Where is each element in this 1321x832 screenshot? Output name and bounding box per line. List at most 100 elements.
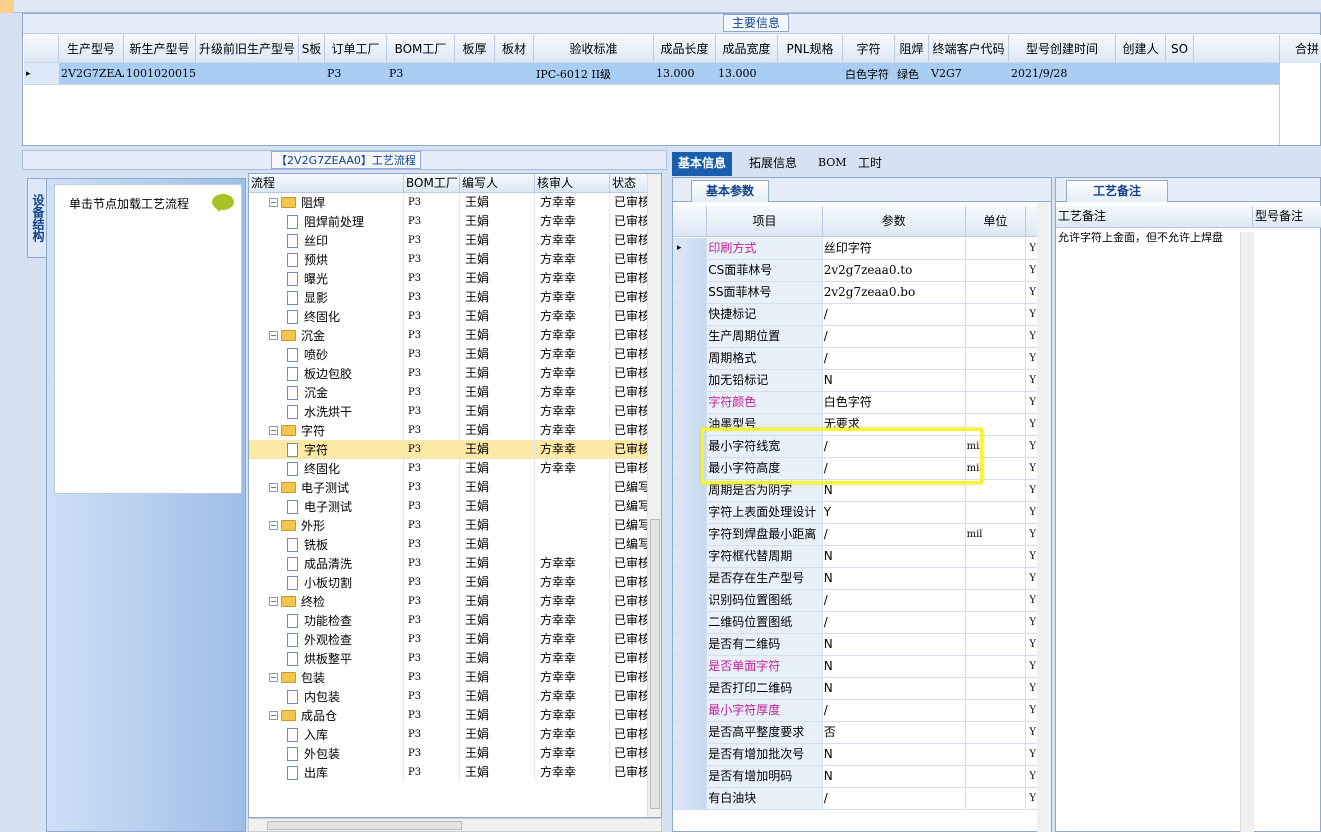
- tree-row[interactable]: 入库 P3 王娟 方幸幸 已审核: [249, 725, 649, 744]
- param-row[interactable]: 字符上表面处理设计 Y Y: [673, 502, 1039, 524]
- collapse-icon[interactable]: −: [269, 521, 278, 530]
- param-row[interactable]: 是否有二维码 N Y: [673, 634, 1039, 656]
- param-value[interactable]: /: [823, 590, 966, 611]
- cell: 2021/9/28: [1011, 67, 1068, 80]
- tree-row[interactable]: 小板切割 P3 王娟 方幸幸 已审核: [249, 573, 649, 592]
- param-row[interactable]: CS面菲林号 2v2g7zeaa0.to Y: [673, 260, 1039, 282]
- param-row[interactable]: 快捷标记 / Y: [673, 304, 1039, 326]
- param-value[interactable]: N: [823, 744, 966, 765]
- tree-horizontal-scrollbar[interactable]: [248, 818, 662, 832]
- tree-row[interactable]: 字符 P3 王娟 方幸幸 已审核: [249, 440, 649, 459]
- tree-row[interactable]: 外观检查 P3 王娟 方幸幸 已审核: [249, 630, 649, 649]
- tree-row[interactable]: − 字符 P3 王娟 方幸幸 已审核: [249, 421, 649, 440]
- tab-device-structure[interactable]: 设备结构: [27, 178, 47, 258]
- tree-vertical-scrollbar[interactable]: [647, 174, 661, 817]
- tree-row[interactable]: 预烘 P3 王娟 方幸幸 已审核: [249, 250, 649, 269]
- param-value[interactable]: /: [823, 524, 966, 545]
- param-row[interactable]: 有白油块 / Y: [673, 788, 1039, 810]
- param-value[interactable]: 白色字符: [823, 392, 966, 413]
- param-row[interactable]: 二维码位置图纸 / Y: [673, 612, 1039, 634]
- param-value[interactable]: N: [823, 634, 966, 655]
- tree-row[interactable]: 成品清洗 P3 王娟 方幸幸 已审核: [249, 554, 649, 573]
- param-value[interactable]: Y: [823, 502, 966, 523]
- collapse-icon[interactable]: −: [269, 483, 278, 492]
- tree-row[interactable]: 内包装 P3 王娟 方幸幸 已审核: [249, 687, 649, 706]
- param-value[interactable]: N: [823, 370, 966, 391]
- param-row[interactable]: 是否有增加批次号 N Y: [673, 744, 1039, 766]
- tree-row[interactable]: − 阻焊 P3 王娟 方幸幸 已审核: [249, 193, 649, 212]
- tree-row[interactable]: 功能检查 P3 王娟 方幸幸 已审核: [249, 611, 649, 630]
- param-value[interactable]: /: [823, 326, 966, 347]
- tab-work-hours[interactable]: 工时: [852, 152, 888, 176]
- param-row[interactable]: 周期格式 / Y: [673, 348, 1039, 370]
- param-row[interactable]: 是否存在生产型号 N Y: [673, 568, 1039, 590]
- param-row[interactable]: SS面菲林号 2v2g7zeaa0.bo Y: [673, 282, 1039, 304]
- param-row[interactable]: 字符颜色 白色字符 Y: [673, 392, 1039, 414]
- collapse-icon[interactable]: −: [269, 198, 278, 207]
- tree-row[interactable]: 阻焊前处理 P3 王娟 方幸幸 已审核: [249, 212, 649, 231]
- tree-row[interactable]: 终固化 P3 王娟 方幸幸 已审核: [249, 459, 649, 478]
- param-value[interactable]: /: [823, 788, 966, 809]
- param-row[interactable]: 最小字符厚度 / Y: [673, 700, 1039, 722]
- tree-row[interactable]: − 电子测试 P3 王娟 已编写: [249, 478, 649, 497]
- tab-extended-info[interactable]: 拓展信息: [743, 152, 803, 176]
- param-value[interactable]: N: [823, 546, 966, 567]
- param-row[interactable]: 生产周期位置 / Y: [673, 326, 1039, 348]
- param-row[interactable]: 加无铅标记 N Y: [673, 370, 1039, 392]
- tree-node-label: 成品清洗: [304, 557, 353, 571]
- tree-row[interactable]: 喷砂 P3 王娟 方幸幸 已审核: [249, 345, 649, 364]
- param-row[interactable]: ▸ 印刷方式 丝印字符 Y: [673, 238, 1039, 260]
- param-row[interactable]: 是否打印二维码 N Y: [673, 678, 1039, 700]
- tree-row[interactable]: − 包装 P3 王娟 方幸幸 已审核: [249, 668, 649, 687]
- param-value[interactable]: /: [823, 612, 966, 633]
- collapse-icon[interactable]: −: [269, 426, 278, 435]
- tree-row[interactable]: 显影 P3 王娟 方幸幸 已审核: [249, 288, 649, 307]
- param-value[interactable]: /: [823, 700, 966, 721]
- tree-row[interactable]: 丝印 P3 王娟 方幸幸 已审核: [249, 231, 649, 250]
- tree-row[interactable]: 水洗烘干 P3 王娟 方幸幸 已审核: [249, 402, 649, 421]
- notes-scrollbar[interactable]: [1240, 232, 1254, 832]
- tree-row[interactable]: − 成品仓 P3 王娟 方幸幸 已审核: [249, 706, 649, 725]
- tree-row[interactable]: 铣板 P3 王娟 已编写: [249, 535, 649, 554]
- param-value[interactable]: 2v2g7zeaa0.to: [823, 260, 966, 281]
- param-value[interactable]: 否: [823, 722, 966, 743]
- param-row[interactable]: 字符框代替周期 N Y: [673, 546, 1039, 568]
- collapse-icon[interactable]: −: [269, 711, 278, 720]
- tree-row[interactable]: − 沉金 P3 王娟 方幸幸 已审核: [249, 326, 649, 345]
- collapse-icon[interactable]: −: [269, 673, 278, 682]
- tree-row[interactable]: 板边包胶 P3 王娟 方幸幸 已审核: [249, 364, 649, 383]
- params-scrollbar[interactable]: [1037, 202, 1051, 832]
- document-icon: [287, 290, 298, 305]
- collapse-icon[interactable]: −: [269, 331, 278, 340]
- process-note-text[interactable]: 允许字符上金面，但不允许上焊盘: [1058, 232, 1238, 243]
- param-row[interactable]: 是否单面字符 N Y: [673, 656, 1039, 678]
- tab-bom[interactable]: BOM: [812, 152, 853, 176]
- param-value[interactable]: /: [823, 348, 966, 369]
- structure-box[interactable]: 单击节点加载工艺流程: [54, 184, 242, 494]
- tree-row[interactable]: 电子测试 P3 王娟 已编写: [249, 497, 649, 516]
- tab-basic-info[interactable]: 基本信息: [672, 152, 733, 176]
- param-row[interactable]: 是否有增加明码 N Y: [673, 766, 1039, 788]
- tree-row[interactable]: 曝光 P3 王娟 方幸幸 已审核: [249, 269, 649, 288]
- main-grid-row[interactable]: ▸2V2G7ZEAA010010200156461 P3 P3 IPC-6012 II…: [24, 63, 1279, 85]
- collapse-icon[interactable]: −: [269, 597, 278, 606]
- tree-row[interactable]: 烘板整平 P3 王娟 方幸幸 已审核: [249, 649, 649, 668]
- tree-row[interactable]: 沉金 P3 王娟 方幸幸 已审核: [249, 383, 649, 402]
- param-value[interactable]: 丝印字符: [823, 238, 966, 259]
- document-icon: [287, 461, 298, 476]
- param-value[interactable]: N: [823, 678, 966, 699]
- tree-row[interactable]: 出库 P3 王娟 方幸幸 已审核: [249, 763, 649, 782]
- param-value[interactable]: N: [823, 766, 966, 787]
- param-row[interactable]: 是否高平整度要求否 Y: [673, 722, 1039, 744]
- param-row[interactable]: 字符到焊盘最小距离 / mil Y: [673, 524, 1039, 546]
- param-value[interactable]: N: [823, 568, 966, 589]
- tree-cell-writer: 王娟: [460, 478, 535, 497]
- param-value[interactable]: 2v2g7zeaa0.bo: [823, 282, 966, 303]
- tree-row[interactable]: 外包装 P3 王娟 方幸幸 已审核: [249, 744, 649, 763]
- param-value[interactable]: /: [823, 304, 966, 325]
- tree-row[interactable]: 终固化 P3 王娟 方幸幸 已审核: [249, 307, 649, 326]
- tree-row[interactable]: − 外形 P3 王娟 已编写: [249, 516, 649, 535]
- param-value[interactable]: N: [823, 656, 966, 677]
- tree-row[interactable]: − 终检 P3 王娟 方幸幸 已审核: [249, 592, 649, 611]
- param-row[interactable]: 识别码位置图纸 / Y: [673, 590, 1039, 612]
